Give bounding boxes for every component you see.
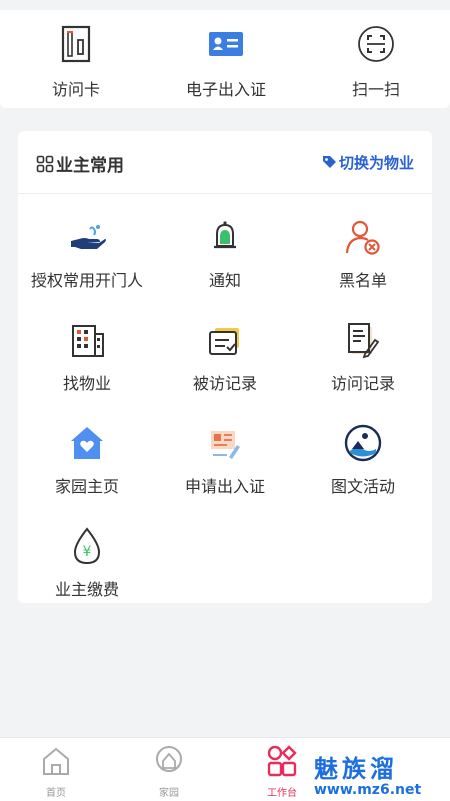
picture-activity-label: 图文活动 — [330, 477, 395, 496]
scan-button[interactable]: 扫一扫 — [316, 24, 436, 100]
apply-pass-button[interactable]: 申请出入证 — [156, 423, 294, 497]
authorize-openers-button[interactable]: 授权常用开门人 — [18, 217, 156, 291]
apply-pass-label: 申请出入证 — [184, 477, 265, 496]
building-icon — [72, 325, 104, 357]
watermark-url: www.mz6.net — [314, 782, 422, 798]
switch-to-property-link[interactable]: 切换为物业 — [322, 152, 414, 173]
card-header: 业主常用 切换为物业 — [18, 131, 432, 194]
switch-to-property-label: 切换为物业 — [338, 154, 414, 172]
blacklist-button[interactable]: 黑名单 — [294, 217, 432, 291]
tag-icon — [322, 156, 336, 168]
e-pass-label: 电子出入证 — [185, 80, 266, 99]
notice-label: 通知 — [208, 271, 241, 290]
tab-community[interactable]: 家园 — [139, 744, 199, 799]
picture-activity-button[interactable]: 图文活动 — [294, 423, 432, 497]
payment-drop-icon: ¥ — [73, 527, 101, 565]
tab-workbench-label: 工作台 — [267, 788, 297, 799]
owner-payment-label: 业主缴费 — [54, 580, 119, 599]
tab-workbench[interactable]: 工作台 — [252, 744, 312, 799]
e-pass-button[interactable]: 电子出入证 — [166, 24, 286, 100]
home-tab-icon — [43, 747, 69, 775]
notice-button[interactable]: 通知 — [156, 217, 294, 291]
access-card-button[interactable]: 访问卡 — [16, 24, 136, 100]
visited-records-button[interactable]: 被访记录 — [156, 320, 294, 394]
scan-icon — [358, 26, 394, 62]
tab-home-label: 首页 — [46, 788, 66, 799]
grid-icon — [36, 155, 54, 172]
visit-records-button[interactable]: 访问记录 — [294, 320, 432, 394]
visit-record-icon — [348, 323, 380, 359]
tab-home[interactable]: 首页 — [26, 744, 86, 799]
access-card-label: 访问卡 — [51, 80, 100, 99]
section-title: 业主常用 — [36, 151, 124, 176]
home-page-button[interactable]: 家园主页 — [18, 423, 156, 497]
blacklist-user-icon — [345, 220, 380, 255]
hand-authorize-icon — [71, 225, 106, 249]
watermark: 魅族溜 www.mz6.net — [314, 756, 450, 798]
home-icon — [71, 427, 103, 459]
tab-community-label: 家园 — [159, 788, 179, 799]
top-actions-card: 访问卡 电子出入证 扫一扫 — [0, 10, 450, 108]
workbench-tab-icon — [267, 745, 297, 777]
find-property-label: 找物业 — [62, 374, 111, 393]
authorize-openers-label: 授权常用开门人 — [30, 271, 143, 290]
apply-pass-icon — [211, 431, 240, 459]
visit-records-label: 访问记录 — [330, 374, 395, 393]
home-page-label: 家园主页 — [54, 477, 119, 496]
owner-payment-button[interactable]: ¥ 业主缴费 — [18, 526, 156, 600]
visited-records-label: 被访记录 — [192, 374, 257, 393]
scan-label: 扫一扫 — [351, 80, 400, 99]
visited-record-icon — [209, 328, 239, 355]
section-title-text: 业主常用 — [56, 156, 124, 176]
door-card-icon — [61, 25, 91, 63]
bell-icon — [214, 221, 236, 249]
find-property-button[interactable]: 找物业 — [18, 320, 156, 394]
blacklist-label: 黑名单 — [338, 271, 387, 290]
svg-text:¥: ¥ — [83, 544, 92, 560]
watermark-text: 魅族溜 — [314, 755, 398, 783]
owner-common-card: 业主常用 切换为物业 授权常用开门人 通知 黑名单 找物业 被访记录 访问记录 … — [18, 131, 432, 603]
id-card-icon — [209, 32, 243, 56]
community-tab-icon — [156, 746, 182, 772]
picture-activity-icon — [344, 424, 382, 462]
